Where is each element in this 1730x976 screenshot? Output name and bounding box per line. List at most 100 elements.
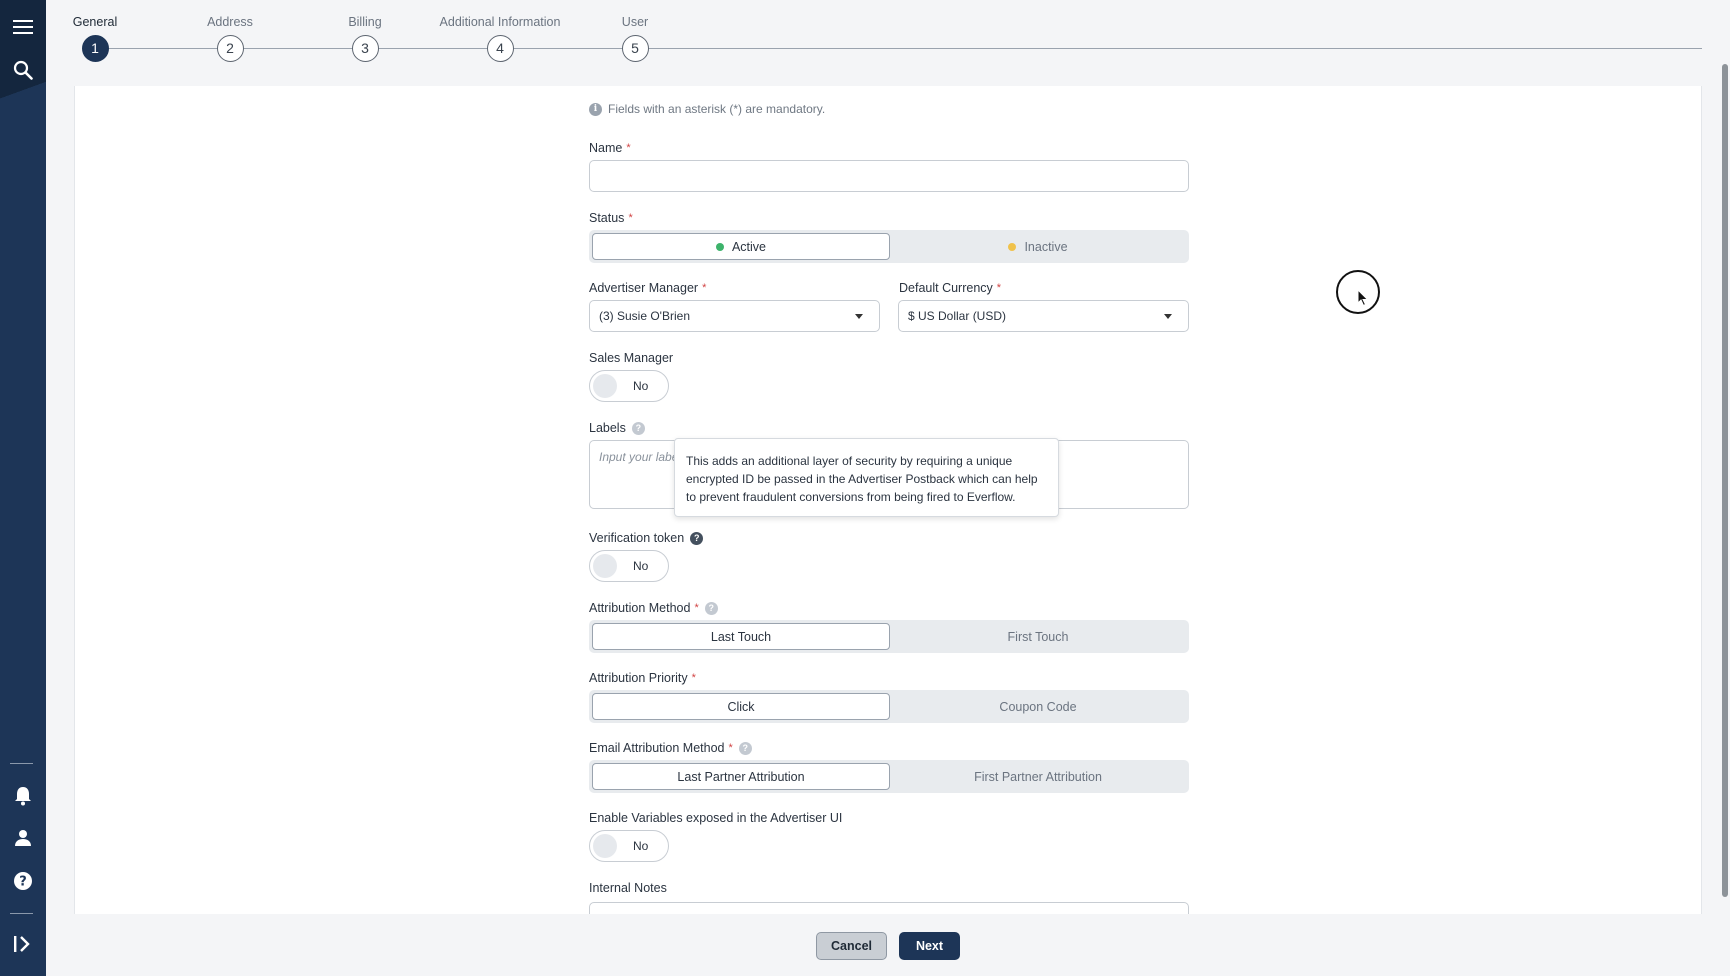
attribution-priority-toggle: Click Coupon Code xyxy=(589,690,1189,723)
advertiser-manager-label: Advertiser Manager * xyxy=(589,281,706,295)
advertiser-manager-value: (3) Susie O'Brien xyxy=(599,309,690,323)
required-marker: * xyxy=(728,742,733,754)
toggle-knob xyxy=(593,834,617,858)
sidebar-divider xyxy=(10,913,33,914)
help-icon[interactable]: ? xyxy=(8,866,38,896)
mandatory-note: i Fields with an asterisk (*) are mandat… xyxy=(589,102,825,116)
option-label: Last Partner Attribution xyxy=(677,769,805,784)
scrollbar-thumb[interactable] xyxy=(1722,64,1728,897)
toggle-state: No xyxy=(633,379,649,393)
toggle-state: No xyxy=(633,559,649,573)
option-label: Last Touch xyxy=(710,629,772,644)
help-icon[interactable]: ? xyxy=(704,601,718,615)
required-marker: * xyxy=(996,282,1002,294)
internal-notes-input[interactable] xyxy=(589,902,1189,914)
sales-manager-toggle[interactable]: No xyxy=(589,370,669,402)
step-label: Billing xyxy=(348,15,382,29)
enable-variables-label-text: Enable Variables exposed in the Advertis… xyxy=(589,811,843,825)
required-marker: * xyxy=(702,282,707,294)
required-marker: * xyxy=(691,672,696,684)
default-currency-label: Default Currency * xyxy=(899,281,1001,295)
help-icon[interactable]: ? xyxy=(690,531,704,545)
option-label: Click xyxy=(727,699,755,714)
expand-sidebar-icon[interactable] xyxy=(8,929,38,959)
step-number: 3 xyxy=(351,35,379,62)
name-label: Name * xyxy=(589,141,631,155)
step-number: 5 xyxy=(621,35,649,62)
email-attribution-first-partner[interactable]: First Partner Attribution xyxy=(890,763,1186,790)
sidebar: ? xyxy=(0,0,46,976)
step-billing[interactable]: Billing 3 xyxy=(290,13,440,62)
status-label-text: Status xyxy=(589,211,625,225)
bell-icon[interactable] xyxy=(8,781,38,811)
internal-notes-label: Internal Notes xyxy=(589,881,667,895)
step-number: 2 xyxy=(216,35,244,62)
verification-token-label: Verification token ? xyxy=(589,531,704,545)
attribution-method-label: Attribution Method * ? xyxy=(589,601,718,615)
option-label: First Touch xyxy=(1007,629,1069,644)
required-marker: * xyxy=(626,142,631,154)
next-button[interactable]: Next xyxy=(899,932,960,960)
step-label: Additional Information xyxy=(439,15,561,29)
status-option-active[interactable]: Active xyxy=(592,233,890,260)
step-user[interactable]: User 5 xyxy=(560,13,710,62)
user-icon[interactable] xyxy=(8,823,38,853)
status-label: Status * xyxy=(589,211,633,225)
attribution-method-first-touch[interactable]: First Touch xyxy=(890,623,1186,650)
active-dot-icon xyxy=(715,242,724,251)
svg-text:?: ? xyxy=(19,875,27,890)
attribution-method-label-text: Attribution Method xyxy=(589,601,691,615)
mandatory-note-text: Fields with an asterisk (*) are mandator… xyxy=(608,102,826,116)
default-currency-select[interactable]: $ US Dollar (USD) xyxy=(898,300,1189,332)
verification-token-tooltip: This adds an additional layer of securit… xyxy=(674,438,1059,517)
mouse-pointer-icon xyxy=(1357,289,1369,307)
email-attribution-method-label: Email Attribution Method * ? xyxy=(589,741,752,755)
email-attribution-method-label-text: Email Attribution Method xyxy=(589,741,725,755)
default-currency-label-text: Default Currency xyxy=(899,281,993,295)
toggle-knob xyxy=(593,554,617,578)
internal-notes-label-text: Internal Notes xyxy=(589,881,667,895)
attribution-priority-coupon-code[interactable]: Coupon Code xyxy=(890,693,1186,720)
sidebar-divider xyxy=(10,763,33,764)
required-marker: * xyxy=(628,212,633,224)
status-option-label: Active xyxy=(731,239,767,254)
step-label: User xyxy=(621,15,649,29)
attribution-priority-click[interactable]: Click xyxy=(592,693,890,720)
default-currency-value: $ US Dollar (USD) xyxy=(908,309,1007,323)
chevron-down-icon xyxy=(1164,314,1172,319)
step-address[interactable]: Address 2 xyxy=(155,13,305,62)
attribution-priority-label: Attribution Priority * xyxy=(589,671,696,685)
toggle-state: No xyxy=(633,839,649,853)
enable-variables-label: Enable Variables exposed in the Advertis… xyxy=(589,811,842,825)
cancel-button[interactable]: Cancel xyxy=(816,932,887,960)
sales-manager-label: Sales Manager xyxy=(589,351,673,365)
required-marker: * xyxy=(694,602,699,614)
attribution-method-toggle: Last Touch First Touch xyxy=(589,620,1189,653)
email-attribution-last-partner[interactable]: Last Partner Attribution xyxy=(592,763,890,790)
name-input[interactable] xyxy=(589,160,1189,192)
name-label-text: Name xyxy=(589,141,623,155)
status-toggle: Active Inactive xyxy=(589,230,1189,263)
step-general[interactable]: General 1 xyxy=(20,13,170,62)
option-label: Coupon Code xyxy=(999,699,1077,714)
step-label: Address xyxy=(207,15,253,29)
step-additional-information[interactable]: Additional Information 4 xyxy=(425,13,575,62)
wizard-stepper: General 1 Address 2 Billing 3 Additional… xyxy=(46,0,1730,86)
status-option-inactive[interactable]: Inactive xyxy=(890,233,1186,260)
info-icon: i xyxy=(589,102,602,116)
enable-variables-toggle[interactable]: No xyxy=(589,830,669,862)
help-icon[interactable]: ? xyxy=(631,421,645,435)
toggle-knob xyxy=(593,374,617,398)
sales-manager-label-text: Sales Manager xyxy=(589,351,674,365)
verification-token-label-text: Verification token xyxy=(589,531,685,545)
labels-placeholder: Input your labe xyxy=(599,450,679,464)
attribution-priority-label-text: Attribution Priority xyxy=(589,671,688,685)
step-label: General xyxy=(72,15,118,29)
option-label: First Partner Attribution xyxy=(974,769,1102,784)
advertiser-manager-select[interactable]: (3) Susie O'Brien xyxy=(589,300,880,332)
inactive-dot-icon xyxy=(1008,242,1017,251)
verification-token-toggle[interactable]: No xyxy=(589,550,669,582)
help-icon[interactable]: ? xyxy=(738,741,752,755)
attribution-method-last-touch[interactable]: Last Touch xyxy=(592,623,890,650)
advertiser-manager-label-text: Advertiser Manager xyxy=(589,281,699,295)
